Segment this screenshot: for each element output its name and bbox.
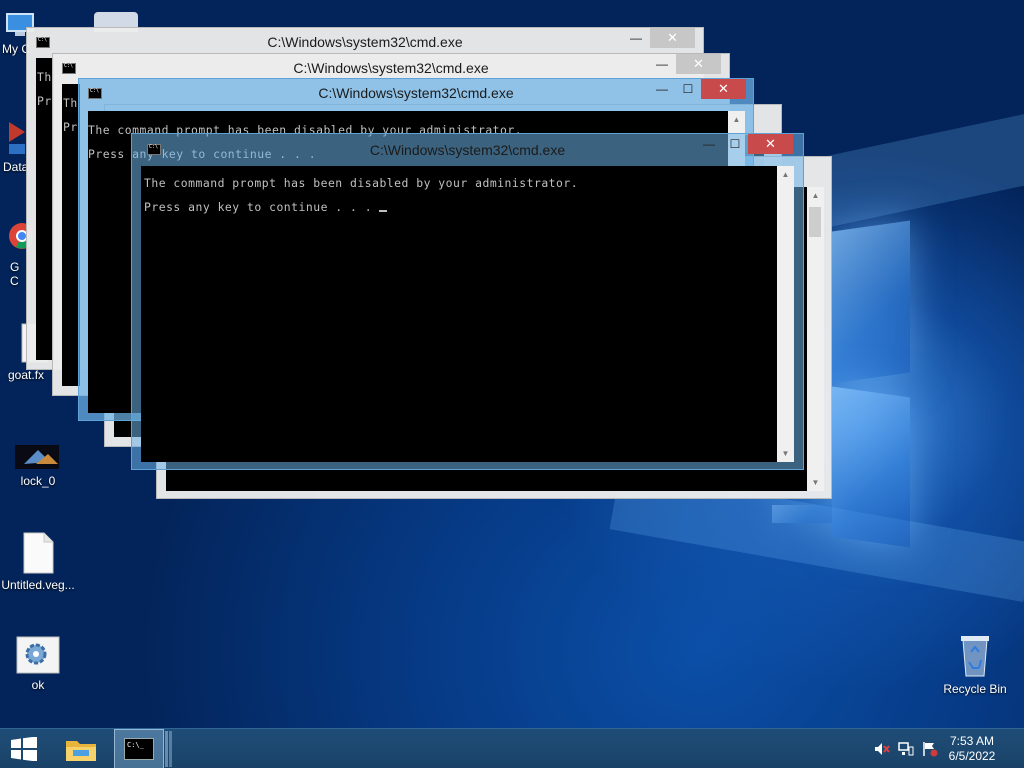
taskbar: C:\_ 7:53 AM 6/5/2022 bbox=[0, 728, 1024, 768]
blank-file-icon bbox=[22, 532, 54, 574]
console-line: Pr bbox=[63, 120, 78, 134]
desktop-icon-label: Untitled.veg... bbox=[1, 578, 75, 592]
windows-logo-pane bbox=[832, 220, 910, 384]
recycle-bin-icon bbox=[957, 632, 993, 678]
console-prompt-text: Press any key to continue . . . bbox=[144, 200, 380, 214]
taskbar-stack-indicator bbox=[169, 731, 172, 767]
network-icon[interactable] bbox=[898, 741, 914, 757]
console-line: Press any key to continue . . . bbox=[144, 200, 388, 214]
window-title: C:\Windows\system32\cmd.exe bbox=[293, 60, 489, 76]
svg-text:C:\_: C:\_ bbox=[127, 741, 145, 749]
window-title: C:\Windows\system32\cmd.exe bbox=[267, 34, 463, 50]
clock-time: 7:53 AM bbox=[949, 734, 995, 748]
desktop-icon-ok[interactable]: ok bbox=[0, 636, 76, 692]
close-button[interactable]: ✕ bbox=[650, 28, 695, 48]
vertical-scrollbar[interactable]: ▲ ▼ bbox=[777, 166, 794, 462]
scroll-up-arrow[interactable]: ▲ bbox=[777, 166, 794, 183]
file-explorer-icon bbox=[66, 741, 96, 761]
console-output[interactable]: The command prompt has been disabled by … bbox=[141, 166, 777, 462]
console-line: Th bbox=[63, 96, 78, 110]
vertical-scrollbar[interactable]: ▲ ▼ bbox=[807, 187, 824, 491]
minimize-button[interactable]: — bbox=[649, 79, 675, 99]
scroll-up-arrow[interactable]: ▲ bbox=[807, 187, 824, 204]
title-bar[interactable]: C:\Windows\system32\cmd.exe — ☐ ✕ bbox=[79, 79, 753, 109]
scroll-down-arrow[interactable]: ▼ bbox=[777, 445, 794, 462]
desktop-icon-label: lock_0 bbox=[20, 474, 56, 488]
scroll-thumb[interactable] bbox=[809, 207, 821, 237]
desktop-icon-untitled-veg[interactable]: Untitled.veg... bbox=[0, 532, 76, 592]
minimize-button[interactable]: — bbox=[696, 134, 722, 154]
windows-start-icon bbox=[11, 737, 37, 761]
desktop-icon-label: ok bbox=[31, 678, 45, 692]
desktop-icon-recycle-bin[interactable]: Recycle Bin bbox=[936, 632, 1014, 696]
command-prompt-icon: C:\_ bbox=[124, 738, 154, 760]
taskbar-cmd-button[interactable]: C:\_ bbox=[114, 729, 164, 768]
console-line: The command prompt has been disabled by … bbox=[144, 176, 579, 190]
speaker-muted-icon[interactable] bbox=[874, 741, 890, 757]
action-center-flag-icon[interactable] bbox=[922, 741, 938, 757]
image-file-icon bbox=[14, 444, 60, 470]
close-button[interactable]: ✕ bbox=[748, 134, 793, 154]
close-button[interactable]: ✕ bbox=[676, 54, 721, 74]
text-cursor bbox=[379, 210, 388, 212]
start-button[interactable] bbox=[0, 729, 48, 768]
cmd-window-front[interactable]: C:\Windows\system32\cmd.exe — ☐ ✕ The co… bbox=[131, 133, 804, 470]
minimize-button[interactable]: — bbox=[649, 54, 675, 74]
scroll-up-arrow[interactable]: ▲ bbox=[728, 111, 745, 128]
title-bar[interactable]: C:\Windows\system32\cmd.exe — ☐ ✕ bbox=[132, 134, 803, 164]
desktop-icon-label: Recycle Bin bbox=[943, 682, 1007, 696]
minimize-button[interactable]: — bbox=[623, 28, 649, 48]
windows-logo-pane bbox=[772, 505, 832, 523]
settings-file-icon bbox=[16, 636, 60, 674]
desktop-icon-lock[interactable]: lock_0 bbox=[0, 444, 76, 488]
file-explorer-button[interactable] bbox=[58, 729, 104, 768]
console-line: Pr bbox=[37, 94, 52, 108]
taskbar-stack-indicator bbox=[165, 731, 168, 767]
scroll-down-arrow[interactable]: ▼ bbox=[807, 474, 824, 491]
close-button[interactable]: ✕ bbox=[701, 79, 746, 99]
maximize-button[interactable]: ☐ bbox=[722, 134, 748, 154]
console-line: Th bbox=[37, 70, 52, 84]
maximize-button[interactable]: ☐ bbox=[675, 79, 701, 99]
clock-date: 6/5/2022 bbox=[948, 749, 996, 763]
windows-logo-pane bbox=[832, 386, 910, 548]
clock[interactable]: 7:53 AM 6/5/2022 bbox=[942, 734, 1002, 764]
